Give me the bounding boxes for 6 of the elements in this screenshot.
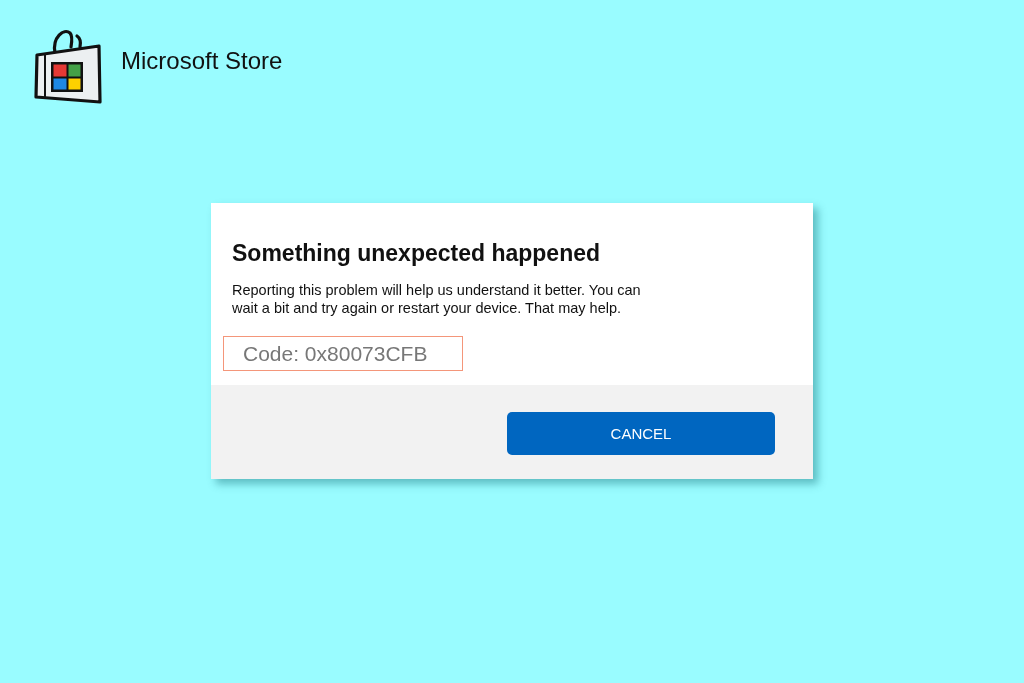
dialog-title: Something unexpected happened (232, 239, 602, 267)
app-name: Microsoft Store (121, 46, 283, 75)
error-code: Code: 0x80073CFB (223, 336, 463, 371)
cancel-button[interactable]: CANCEL (507, 412, 775, 455)
shopping-bag-logo-icon (34, 27, 102, 104)
dialog-message: Reporting this problem will help us understand it better. You can wait a bit and try again or restart your device. That may help. (232, 281, 642, 317)
